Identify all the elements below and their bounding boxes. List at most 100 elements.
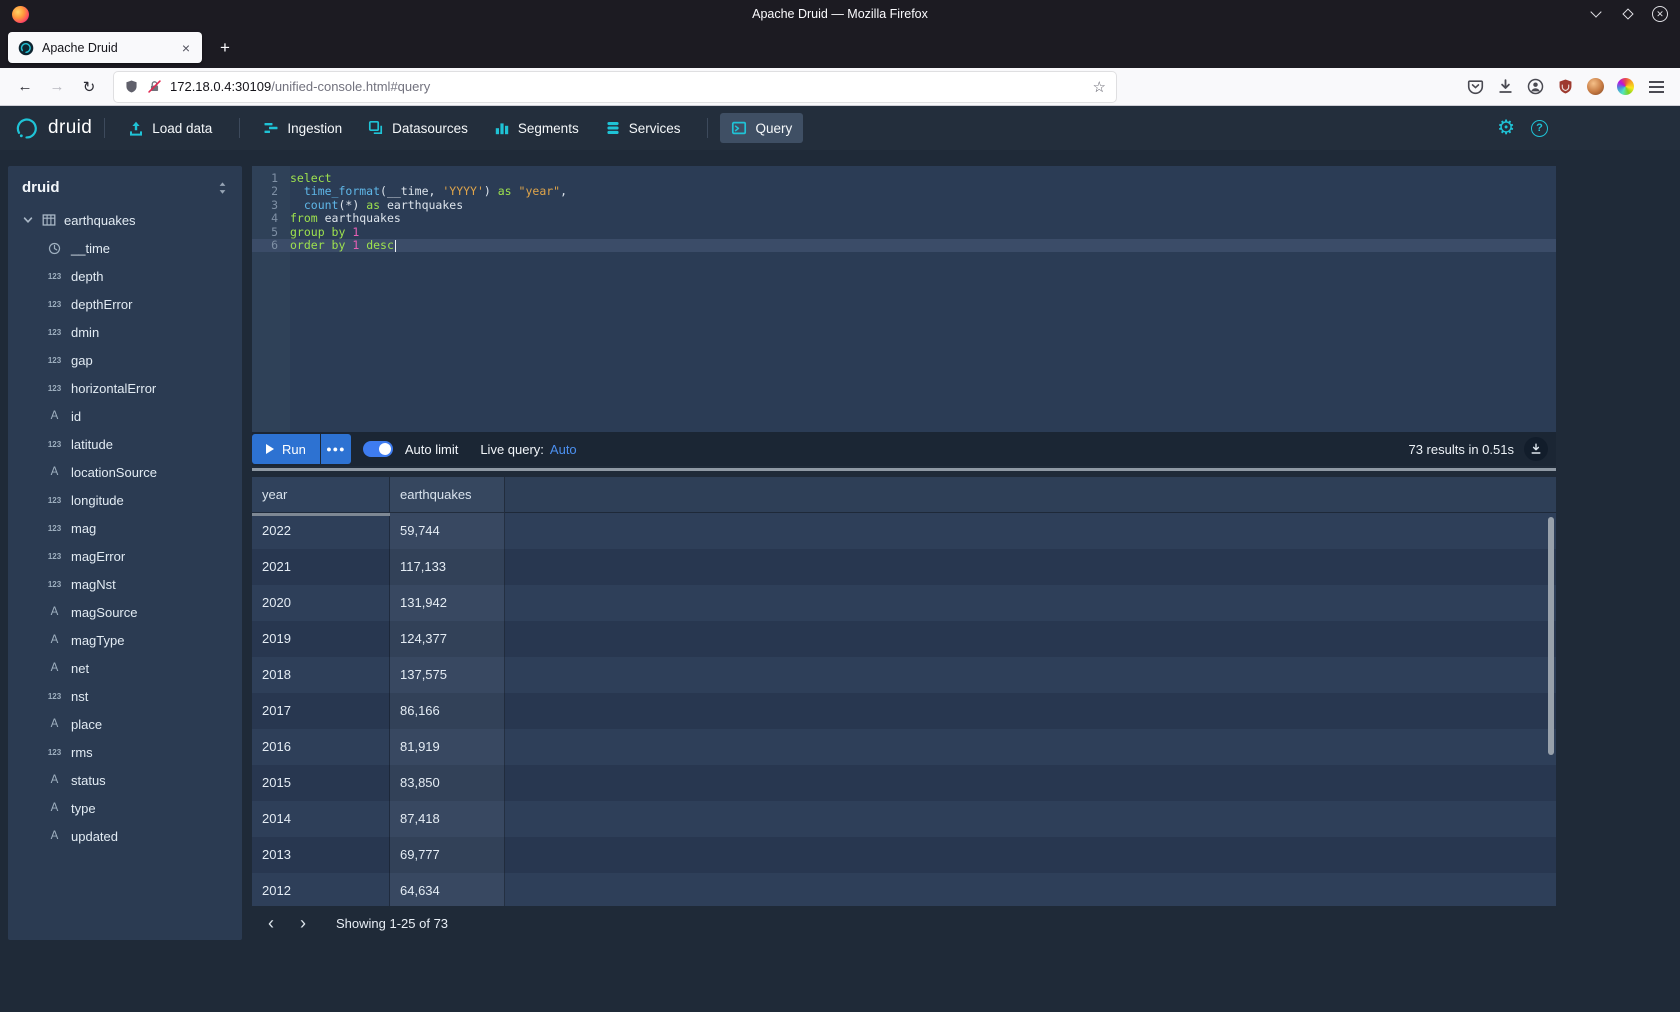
druid-header: druid Load data IngestionDatasources Segme… (0, 106, 1680, 150)
cell-earthquakes[interactable]: 83,850 (390, 765, 505, 801)
column-item-updated[interactable]: Aupdated (8, 822, 242, 850)
menu-icon[interactable] (1647, 78, 1666, 96)
cell-year[interactable]: 2014 (252, 801, 390, 837)
cell-year[interactable]: 2021 (252, 549, 390, 585)
extension-pinwheel-icon[interactable] (1617, 78, 1634, 95)
cell-earthquakes[interactable]: 69,777 (390, 837, 505, 873)
sql-editor[interactable]: 1select2 time_format(__time, 'YYYY') as … (252, 166, 1556, 432)
run-button[interactable]: Run (252, 434, 320, 464)
tab-apache-druid[interactable]: Apache Druid × (8, 32, 202, 63)
datasource-row-earthquakes[interactable]: earthquakes (8, 206, 242, 234)
column-item-magNst[interactable]: 123magNst (8, 570, 242, 598)
code-text: time_format(__time, 'YYYY') as "year", (290, 185, 567, 198)
cell-year[interactable]: 2017 (252, 693, 390, 729)
column-item-horizontalError[interactable]: 123horizontalError (8, 374, 242, 402)
column-item-net[interactable]: Anet (8, 654, 242, 682)
nav-item-datasources[interactable]: Datasources (357, 113, 479, 143)
column-item-longitude[interactable]: 123longitude (8, 486, 242, 514)
column-item-dmin[interactable]: 123dmin (8, 318, 242, 346)
cell-earthquakes[interactable]: 64,634 (390, 873, 505, 906)
save-to-pocket-icon[interactable] (1467, 78, 1484, 95)
url-bar[interactable]: 172.18.0.4:30109/unified-console.html#qu… (114, 72, 1116, 102)
new-tab-button[interactable]: + (210, 33, 240, 63)
column-header-year[interactable]: year (252, 477, 390, 513)
cell-earthquakes[interactable]: 59,744 (390, 513, 505, 549)
cell-earthquakes[interactable]: 137,575 (390, 657, 505, 693)
forward-button[interactable]: → (42, 72, 72, 102)
column-item-place[interactable]: Aplace (8, 710, 242, 738)
run-more-button[interactable]: ●●● (321, 434, 351, 464)
nav-item-load-data[interactable]: Load data (117, 113, 223, 143)
help-button[interactable]: ? (1531, 120, 1548, 137)
tab-close-icon[interactable]: × (176, 38, 196, 58)
cell-earthquakes[interactable]: 117,133 (390, 549, 505, 585)
number-type-icon: 123 (46, 748, 63, 757)
account-icon[interactable] (1527, 78, 1544, 95)
tracking-protection-shield-icon[interactable] (124, 79, 139, 94)
column-item-gap[interactable]: 123gap (8, 346, 242, 374)
column-item-status[interactable]: Astatus (8, 766, 242, 794)
column-item-id[interactable]: Aid (8, 402, 242, 430)
column-name: horizontalError (71, 381, 156, 396)
string-type-icon: A (46, 802, 63, 814)
reload-button[interactable]: ↻ (74, 72, 104, 102)
cell-year[interactable]: 2012 (252, 873, 390, 906)
sort-columns-icon[interactable] (217, 181, 228, 195)
cell-earthquakes[interactable]: 87,418 (390, 801, 505, 837)
prev-page-button[interactable]: ‹ (256, 910, 286, 936)
cell-year[interactable]: 2018 (252, 657, 390, 693)
cell-year[interactable]: 2013 (252, 837, 390, 873)
nav-item-services[interactable]: Services (594, 113, 692, 143)
nav-item-label: Segments (518, 121, 579, 136)
nav-item-query[interactable]: Query (720, 113, 803, 143)
cell-earthquakes[interactable]: 124,377 (390, 621, 505, 657)
minimize-button[interactable] (1588, 6, 1604, 22)
cell-earthquakes[interactable]: 86,166 (390, 693, 505, 729)
cell-earthquakes[interactable]: 81,919 (390, 729, 505, 765)
column-item-depth[interactable]: 123depth (8, 262, 242, 290)
cell-year[interactable]: 2022 (252, 513, 390, 549)
column-item-locationSource[interactable]: AlocationSource (8, 458, 242, 486)
editor-results-splitter[interactable] (252, 468, 1556, 471)
next-page-button[interactable]: › (288, 910, 318, 936)
column-item-mag[interactable]: 123mag (8, 514, 242, 542)
column-header-earthquakes[interactable]: earthquakes (390, 477, 505, 513)
cell-year[interactable]: 2019 (252, 621, 390, 657)
downloads-icon[interactable] (1497, 78, 1514, 95)
nav-item-segments[interactable]: Segments (483, 113, 590, 143)
horizontal-scrollbar[interactable] (252, 513, 390, 516)
profile-avatar-icon[interactable] (1587, 78, 1604, 95)
settings-gear-icon[interactable]: ⚙ (1497, 118, 1515, 138)
close-button[interactable]: ✕ (1652, 6, 1668, 22)
ublock-origin-icon[interactable] (1557, 78, 1574, 95)
column-item-__time[interactable]: __time (8, 234, 242, 262)
bookmark-star-icon[interactable]: ☆ (1093, 78, 1106, 96)
cell-earthquakes[interactable]: 131,942 (390, 585, 505, 621)
string-type-icon: A (46, 606, 63, 618)
run-button-label: Run (282, 442, 306, 457)
live-query-mode-link[interactable]: Auto (550, 442, 577, 457)
column-item-nst[interactable]: 123nst (8, 682, 242, 710)
nav-item-ingestion[interactable]: Ingestion (252, 113, 353, 143)
vertical-scrollbar[interactable] (1548, 517, 1554, 755)
cell-year[interactable]: 2020 (252, 585, 390, 621)
auto-limit-toggle[interactable] (363, 441, 393, 457)
column-item-type[interactable]: Atype (8, 794, 242, 822)
column-item-latitude[interactable]: 123latitude (8, 430, 242, 458)
cell-year[interactable]: 2015 (252, 765, 390, 801)
cell-year[interactable]: 2016 (252, 729, 390, 765)
column-name: mag (71, 521, 96, 536)
download-results-button[interactable] (1524, 437, 1548, 461)
back-button[interactable]: ← (10, 72, 40, 102)
tab-title: Apache Druid (42, 41, 168, 55)
editor-line-1: 1select (252, 172, 1556, 185)
column-item-magSource[interactable]: AmagSource (8, 598, 242, 626)
column-item-magError[interactable]: 123magError (8, 542, 242, 570)
column-item-magType[interactable]: AmagType (8, 626, 242, 654)
column-item-depthError[interactable]: 123depthError (8, 290, 242, 318)
maximize-button[interactable] (1620, 6, 1636, 22)
insecure-lock-icon[interactable] (147, 79, 162, 94)
druid-logo[interactable]: druid (14, 116, 92, 141)
column-item-rms[interactable]: 123rms (8, 738, 242, 766)
nav-separator (239, 118, 240, 138)
